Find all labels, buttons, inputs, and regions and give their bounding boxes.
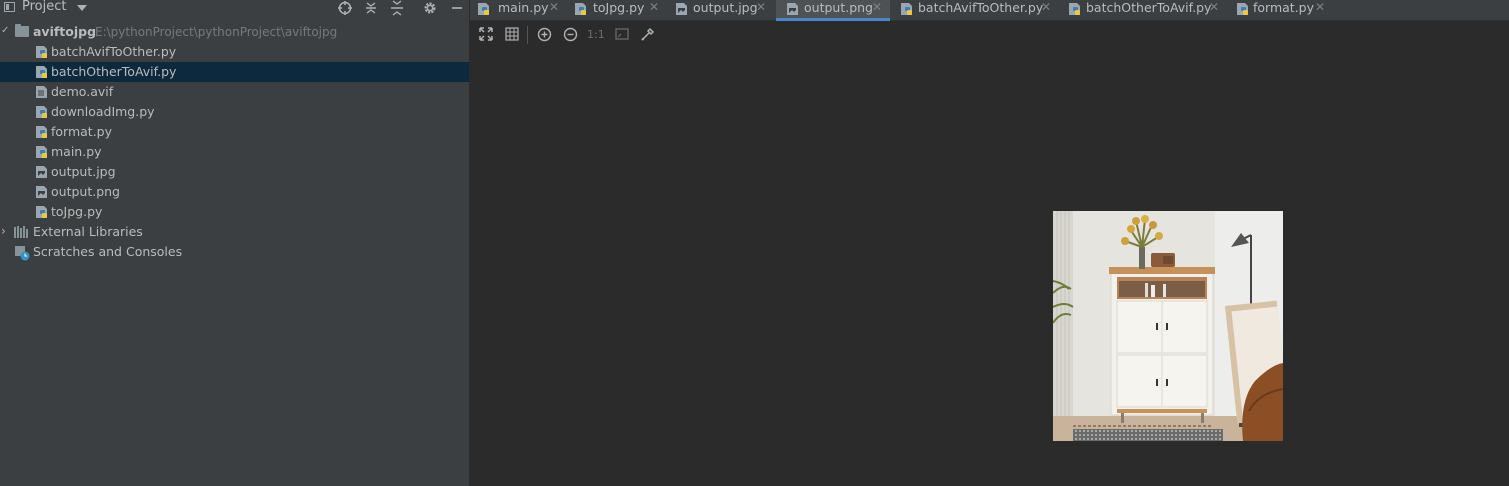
actual-size-button[interactable]: 1:1: [587, 27, 605, 43]
close-icon[interactable]: ✕: [756, 0, 766, 14]
zoom-out-icon[interactable]: [562, 27, 578, 43]
grid-icon[interactable]: [504, 27, 520, 43]
tree-item-label: format.py: [51, 124, 113, 139]
tab-output-png[interactable]: output.png ✕: [776, 0, 890, 21]
tree-item-file[interactable]: output.jpg: [0, 162, 469, 182]
tab-output-jpg[interactable]: output.jpg ✕: [668, 0, 774, 20]
tab-label: toJpg.py: [593, 0, 645, 15]
chevron-right-icon[interactable]: ›: [1, 224, 6, 238]
tree-item-file[interactable]: main.py: [0, 142, 469, 162]
image-preview[interactable]: [1053, 211, 1283, 441]
project-view-icon: [4, 2, 15, 12]
chevron-down-icon[interactable]: ✓: [1, 25, 9, 36]
python-file-icon: [36, 46, 47, 58]
tree-item-scratches[interactable]: Scratches and Consoles: [0, 242, 469, 262]
image-file-icon: [36, 186, 47, 198]
image-viewer-toolbar: 1:1: [470, 21, 1509, 49]
cabinet-room-photo: [1053, 211, 1283, 441]
python-file-icon: [901, 3, 912, 15]
tree-item-file[interactable]: batchAvifToOther.py: [0, 42, 469, 62]
gear-icon[interactable]: [422, 0, 438, 16]
python-file-icon: [575, 3, 586, 15]
tree-item-file[interactable]: toJpg.py: [0, 202, 469, 222]
tab-batchothertoavif-py[interactable]: batchOtherToAvif.py ✕: [1060, 0, 1226, 20]
color-picker-icon[interactable]: [640, 27, 656, 43]
tree-item-file[interactable]: downloadImg.py: [0, 102, 469, 122]
tree-item-label: output.png: [51, 184, 120, 199]
tree-item-label: main.py: [51, 144, 102, 159]
fit-to-window-icon[interactable]: [478, 27, 494, 43]
tree-item-external-libraries[interactable]: › External Libraries: [0, 222, 469, 242]
tab-label: output.jpg: [693, 0, 758, 15]
tab-batchaviftoother-py[interactable]: batchAvifToOther.py ✕: [892, 0, 1058, 20]
image-file-icon: [36, 166, 47, 178]
tree-item-label: batchAvifToOther.py: [51, 44, 177, 59]
tree-item-label: External Libraries: [33, 224, 143, 239]
python-file-icon: [36, 206, 47, 218]
close-icon[interactable]: ✕: [1209, 0, 1219, 14]
folder-icon: [15, 24, 29, 37]
python-file-icon: [36, 146, 47, 158]
locate-file-icon[interactable]: [337, 0, 353, 16]
tab-format-py[interactable]: format.py ✕: [1228, 0, 1332, 20]
tree-item-file[interactable]: format.py: [0, 122, 469, 142]
fit-zoom-icon[interactable]: [614, 27, 630, 43]
tree-item-label: batchOtherToAvif.py: [51, 64, 177, 79]
root-folder-path: E:\pythonProject\pythonProject\aviftojpg: [95, 25, 338, 39]
view-dropdown-icon[interactable]: [77, 5, 87, 11]
tab-label: output.png: [804, 0, 873, 15]
tab-label: batchOtherToAvif.py: [1086, 0, 1212, 15]
tree-item-label: downloadImg.py: [51, 104, 155, 119]
zoom-in-icon[interactable]: [536, 27, 552, 43]
tab-tojpg-py[interactable]: toJpg.py ✕: [567, 0, 665, 20]
tab-label: batchAvifToOther.py: [918, 0, 1044, 15]
toolbar-separator: [527, 26, 528, 44]
python-file-icon: [36, 66, 47, 78]
tree-item-file-selected[interactable]: batchOtherToAvif.py: [0, 62, 469, 82]
generic-file-icon: [36, 86, 47, 98]
tree-item-label: demo.avif: [51, 84, 114, 99]
tab-main-py[interactable]: main.py ✕: [470, 0, 565, 20]
close-icon[interactable]: ✕: [1315, 0, 1325, 14]
tree-item-label: output.jpg: [51, 164, 116, 179]
tree-item-file[interactable]: demo.avif: [0, 82, 469, 102]
tree-item-file[interactable]: output.png: [0, 182, 469, 202]
library-icon: [14, 226, 30, 238]
python-file-icon: [478, 3, 489, 15]
tree-root-aviftojpg[interactable]: ✓ aviftojpg E:\pythonProject\pythonProje…: [0, 22, 469, 42]
python-file-icon: [36, 106, 47, 118]
expand-all-icon[interactable]: [363, 0, 379, 16]
scratches-icon: [15, 246, 30, 261]
python-file-icon: [36, 126, 47, 138]
editor-tab-bar: main.py ✕ toJpg.py ✕ output.jpg ✕ output…: [470, 0, 1509, 21]
project-tool-window: Project ✓ aviftojpg E:\pythonProject\pyt…: [0, 0, 469, 486]
tree-item-label: Scratches and Consoles: [33, 244, 183, 259]
project-header: Project: [0, 0, 469, 16]
tree-item-label: toJpg.py: [51, 204, 103, 219]
tab-label: format.py: [1253, 0, 1315, 15]
image-file-icon: [787, 3, 798, 15]
python-file-icon: [1237, 3, 1248, 15]
root-folder-name: aviftojpg: [33, 24, 97, 39]
close-icon[interactable]: ✕: [1041, 0, 1051, 14]
python-file-icon: [1069, 3, 1080, 15]
hide-panel-icon[interactable]: [449, 0, 465, 16]
project-title[interactable]: Project: [22, 0, 66, 14]
close-icon[interactable]: ✕: [649, 0, 659, 14]
close-icon[interactable]: ✕: [872, 0, 882, 14]
close-icon[interactable]: ✕: [549, 0, 559, 14]
collapse-all-icon[interactable]: [389, 0, 405, 16]
image-file-icon: [676, 3, 687, 15]
tab-label: main.py: [498, 0, 549, 15]
